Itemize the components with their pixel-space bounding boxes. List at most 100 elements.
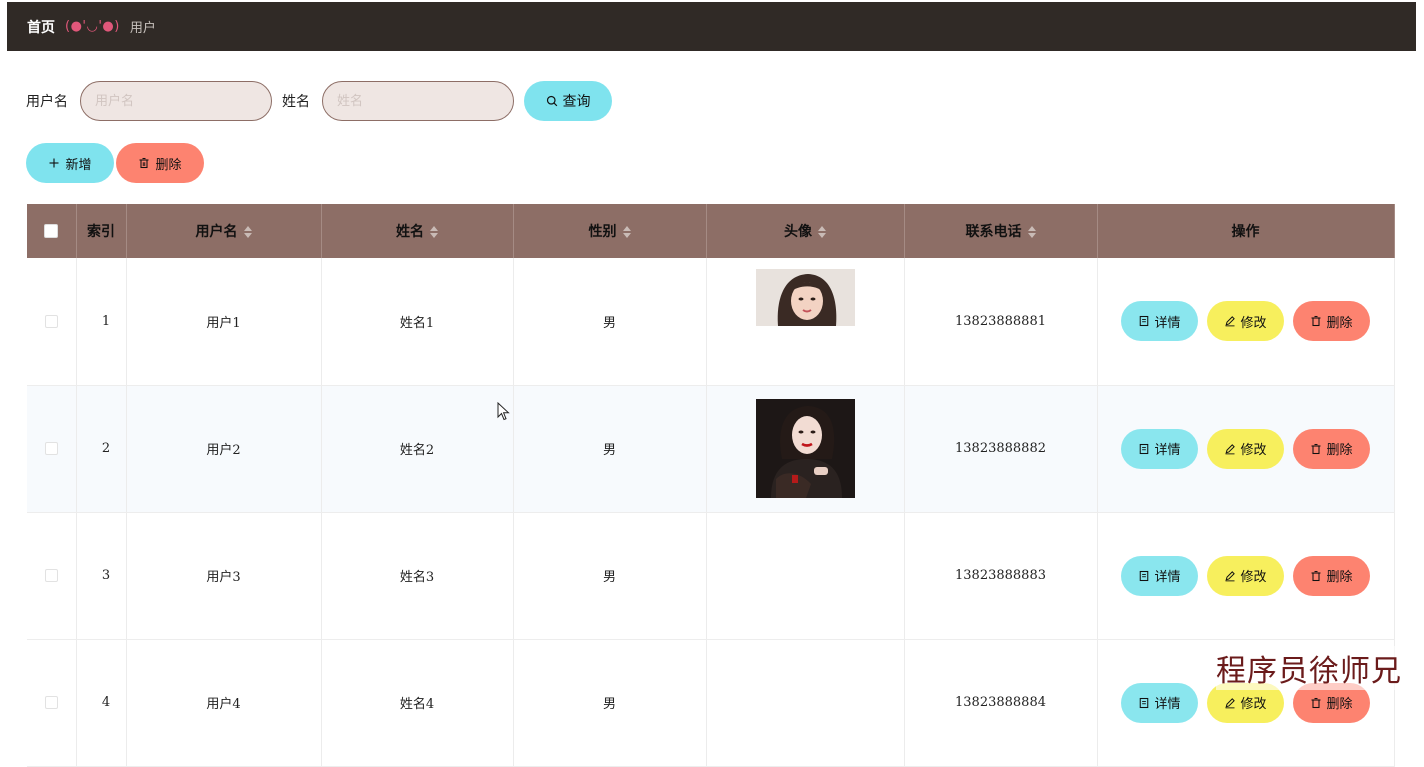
edit-button[interactable]: 修改 <box>1207 555 1284 596</box>
delete-button-label: 删除 <box>1326 315 1353 331</box>
breadcrumb-home[interactable]: 首页 <box>27 17 55 37</box>
name-search-input[interactable] <box>322 81 514 121</box>
row-name: 姓名4 <box>321 639 514 767</box>
row-checkbox[interactable] <box>44 696 58 709</box>
watermark: 程序员徐师兄 <box>1216 646 1402 690</box>
pencil-icon <box>1225 443 1236 454</box>
row-avatar-cell <box>706 639 905 767</box>
name-label: 姓名 <box>282 94 310 110</box>
add-button-label: 新增 <box>65 157 92 173</box>
row-username: 用户1 <box>126 258 322 386</box>
left-edge <box>0 0 7 712</box>
row-phone: 13823888881 <box>904 258 1098 386</box>
column-header-name[interactable]: 姓名 <box>321 204 514 258</box>
username-label: 用户名 <box>26 94 68 110</box>
column-header-index: 索引 <box>76 204 127 258</box>
row-checkbox[interactable] <box>44 442 58 455</box>
edit-button-label: 修改 <box>1240 315 1267 331</box>
batch-delete-button[interactable]: 删除 <box>116 143 204 183</box>
breadcrumb-bar: 首页 (●'◡'●) 用户 <box>7 2 1416 51</box>
table-row: 4 用户4 姓名4 男 13823888884 详情 修改 删除 <box>27 639 1395 767</box>
column-label: 用户名 <box>195 224 238 240</box>
query-button[interactable]: 查询 <box>524 81 612 121</box>
table-header-row: 索引 用户名 姓名 性别 头像 联系电话 操作 <box>27 204 1395 258</box>
breadcrumb-current: 用户 <box>129 21 156 36</box>
avatar-image[interactable] <box>755 269 855 326</box>
column-header-phone[interactable]: 联系电话 <box>904 204 1098 258</box>
search-icon <box>546 95 557 107</box>
column-label: 姓名 <box>396 224 424 240</box>
row-checkbox[interactable] <box>44 314 58 328</box>
row-name: 姓名2 <box>321 385 514 513</box>
row-gender: 男 <box>513 639 707 767</box>
row-checkbox[interactable] <box>44 569 58 582</box>
row-phone: 13823888882 <box>904 385 1098 513</box>
table-row: 3 用户3 姓名3 男 13823888883 详情 修改 删除 <box>27 512 1395 640</box>
trash-icon <box>139 157 149 169</box>
row-index: 2 <box>76 385 127 513</box>
row-username: 用户2 <box>126 385 322 513</box>
edit-button-label: 修改 <box>1240 443 1267 458</box>
row-select-cell <box>27 385 77 513</box>
avatar-image[interactable] <box>755 399 855 498</box>
toolbar: 新增 删除 <box>26 143 204 183</box>
edit-button[interactable]: 修改 <box>1207 428 1284 469</box>
delete-button-label: 删除 <box>1326 697 1353 712</box>
row-select-cell <box>27 639 77 767</box>
select-all-checkbox[interactable] <box>44 224 59 238</box>
sort-icon[interactable] <box>622 226 631 238</box>
add-button[interactable]: 新增 <box>26 143 114 183</box>
column-header-avatar[interactable]: 头像 <box>706 204 905 258</box>
row-actions: 详情 修改 删除 <box>1097 385 1395 513</box>
trash-icon <box>1311 443 1321 454</box>
delete-button[interactable]: 删除 <box>1293 555 1370 596</box>
username-search-input[interactable] <box>80 81 272 121</box>
mouse-cursor-icon <box>497 402 510 421</box>
row-select-cell <box>27 258 77 386</box>
row-index: 4 <box>76 639 127 767</box>
column-header-username[interactable]: 用户名 <box>126 204 322 258</box>
document-icon <box>1140 697 1149 708</box>
column-label: 索引 <box>87 224 115 240</box>
detail-button[interactable]: 详情 <box>1121 555 1198 596</box>
document-icon <box>1140 570 1149 581</box>
detail-button[interactable]: 详情 <box>1121 428 1198 469</box>
detail-button[interactable]: 详情 <box>1121 301 1198 342</box>
select-all-cell <box>27 204 77 258</box>
sort-icon[interactable] <box>243 226 252 238</box>
column-header-gender[interactable]: 性别 <box>513 204 707 258</box>
search-form: 用户名 姓名 查询 <box>26 81 612 121</box>
column-label: 头像 <box>784 224 812 240</box>
detail-button[interactable]: 详情 <box>1121 682 1198 723</box>
row-phone: 13823888883 <box>904 512 1098 640</box>
row-gender: 男 <box>513 385 707 513</box>
column-label: 操作 <box>1231 224 1260 240</box>
sort-icon[interactable] <box>818 226 826 238</box>
pencil-icon <box>1225 697 1236 708</box>
row-username: 用户4 <box>126 639 322 767</box>
delete-button[interactable]: 删除 <box>1293 428 1370 469</box>
row-actions: 详情 修改 删除 <box>1097 258 1395 386</box>
row-index: 1 <box>76 258 127 386</box>
row-avatar-cell <box>706 385 905 513</box>
row-index: 3 <box>76 512 127 640</box>
row-phone: 13823888884 <box>904 639 1098 767</box>
document-icon <box>1140 316 1149 327</box>
sort-icon[interactable] <box>1027 226 1036 238</box>
row-avatar-cell <box>706 512 905 640</box>
row-gender: 男 <box>513 258 707 386</box>
edit-button[interactable]: 修改 <box>1207 301 1284 342</box>
trash-icon <box>1311 697 1321 708</box>
table-row: 1 用户1 姓名1 男 13823888881 详情 修改 删除 <box>27 258 1395 386</box>
table-row: 2 用户2 姓名2 男 13823888882 详情 修改 删除 <box>27 385 1395 513</box>
pencil-icon <box>1225 570 1236 581</box>
sort-icon[interactable] <box>430 226 438 238</box>
query-button-label: 查询 <box>562 94 591 110</box>
batch-delete-button-label: 删除 <box>155 157 182 173</box>
delete-button[interactable]: 删除 <box>1293 301 1370 342</box>
trash-icon <box>1311 316 1321 327</box>
pencil-icon <box>1225 316 1236 327</box>
detail-button-label: 详情 <box>1154 443 1181 458</box>
column-header-actions: 操作 <box>1097 204 1395 258</box>
row-name: 姓名1 <box>321 258 514 386</box>
